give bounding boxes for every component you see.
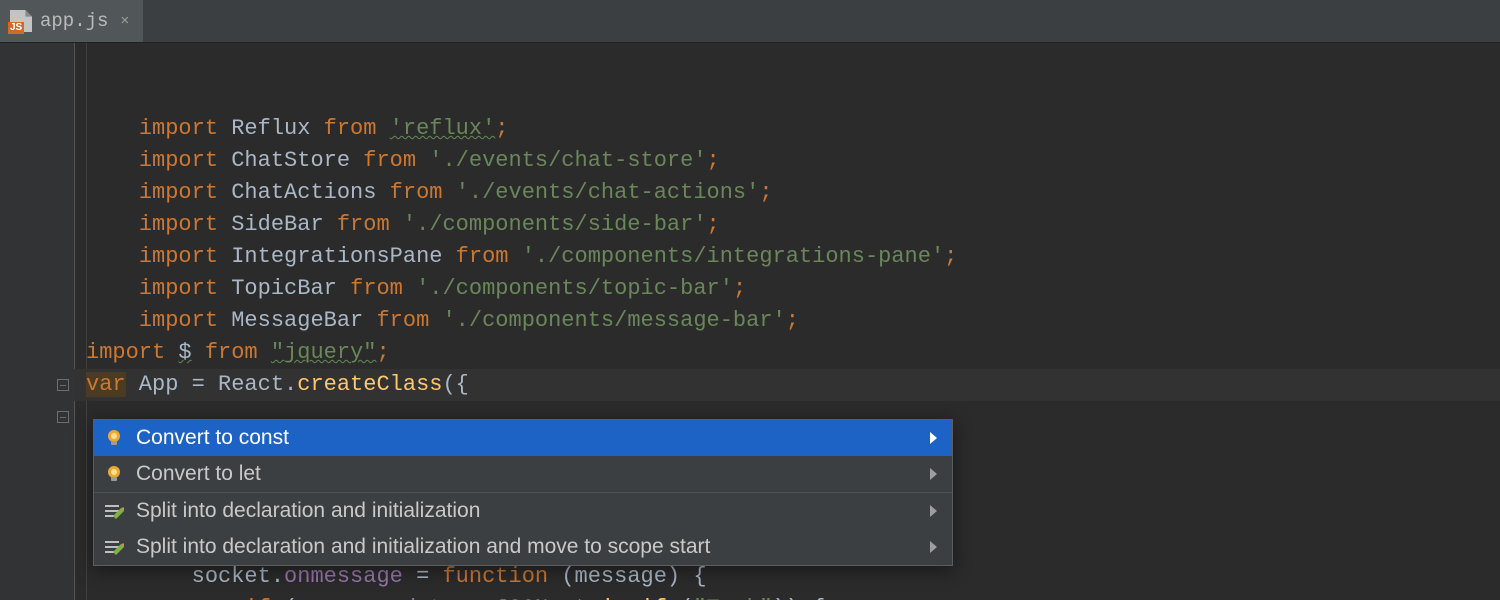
- tab-bar: JS app.js ×: [0, 0, 1500, 43]
- submenu-arrow-icon: [928, 431, 938, 445]
- refactor-icon: [104, 501, 124, 521]
- code-line[interactable]: import TopicBar from './components/topic…: [74, 273, 1500, 305]
- lightbulb-icon: [104, 464, 124, 484]
- refactor-icon: [104, 537, 124, 557]
- fold-marker[interactable]: [56, 401, 70, 433]
- code-line[interactable]: if (message.data ≠ JSON.stringify("Tack"…: [74, 593, 1500, 600]
- code-line[interactable]: import ChatActions from './events/chat-a…: [74, 177, 1500, 209]
- js-file-icon: JS: [10, 10, 32, 32]
- code-line[interactable]: import IntegrationsPane from './componen…: [74, 241, 1500, 273]
- code-line[interactable]: import MessageBar from './components/mes…: [74, 305, 1500, 337]
- intention-label: Convert to const: [136, 426, 289, 450]
- submenu-arrow-icon: [928, 540, 938, 554]
- close-icon[interactable]: ×: [120, 13, 129, 30]
- code-line[interactable]: import Reflux from 'reflux';: [74, 113, 1500, 145]
- intention-item[interactable]: Convert to const: [94, 420, 952, 456]
- intention-label: Convert to let: [136, 462, 261, 486]
- code-line[interactable]: import $ from "jquery";: [74, 337, 1500, 369]
- intention-item[interactable]: Split into declaration and initializatio…: [94, 529, 952, 565]
- intentions-popup: Convert to const Convert to let Split into…: [93, 419, 953, 566]
- editor[interactable]: import Reflux from 'reflux'; import Chat…: [0, 43, 1500, 600]
- submenu-arrow-icon: [928, 467, 938, 481]
- code-line[interactable]: import ChatStore from './events/chat-sto…: [74, 145, 1500, 177]
- submenu-arrow-icon: [928, 504, 938, 518]
- intention-label: Split into declaration and initializatio…: [136, 499, 480, 523]
- intention-item[interactable]: Split into declaration and initializatio…: [94, 493, 952, 529]
- code-line[interactable]: import SideBar from './components/side-b…: [74, 209, 1500, 241]
- intention-label: Split into declaration and initializatio…: [136, 535, 710, 559]
- tab-filename: app.js: [40, 10, 108, 32]
- tab-app-js[interactable]: JS app.js ×: [0, 0, 143, 42]
- code-line[interactable]: var App = React.createClass({: [74, 369, 1500, 401]
- fold-marker[interactable]: [56, 593, 70, 600]
- fold-marker[interactable]: [56, 497, 70, 529]
- fold-marker[interactable]: [56, 369, 70, 401]
- intention-item[interactable]: Convert to let: [94, 456, 952, 492]
- lightbulb-icon: [104, 428, 124, 448]
